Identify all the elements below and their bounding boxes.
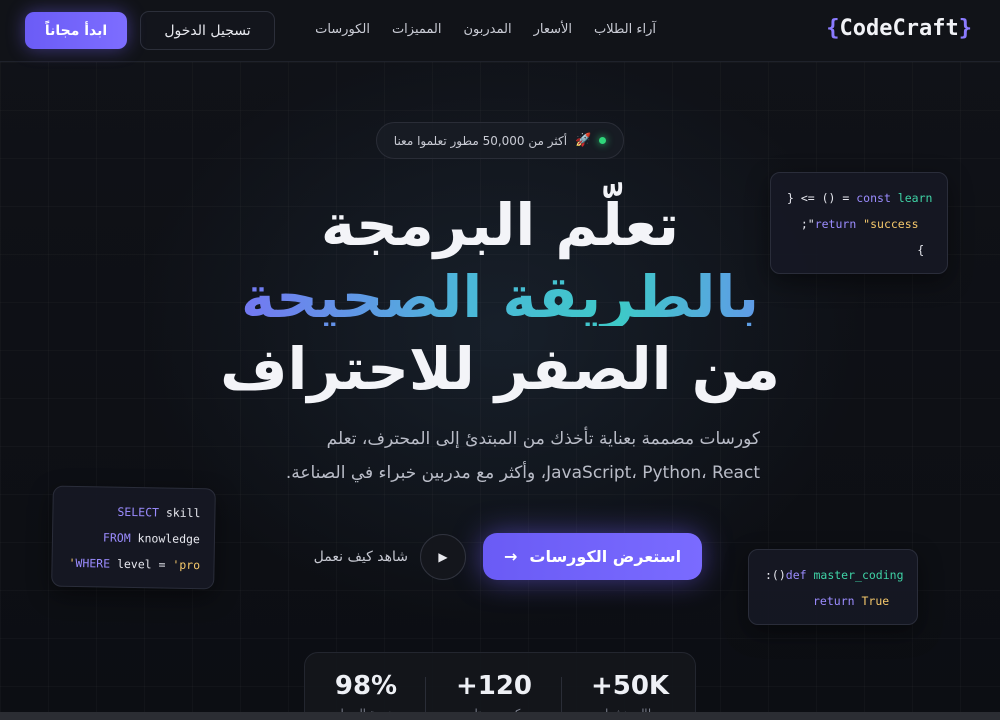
hero-subtitle: كورسات مصممة بعناية تأخذك من المبتدئ إلى… [240,422,760,490]
code-card-js: } <= () = const learn ;"return "success … [770,172,948,274]
hero-subtitle-line2: JavaScript، Python، React، وأكثر مع مدرب… [285,463,760,483]
arrow-right-icon: → [503,547,518,566]
nav-link-testimonials[interactable]: آراء الطلاب [594,22,656,37]
badge-text: أكثر من 50,000 مطور تعلموا معنا [393,133,568,148]
rocket-icon: 🚀 [575,133,592,148]
hero-subtitle-line1: كورسات مصممة بعناية تأخذك من المبتدئ إلى… [326,429,760,449]
nav-links: الكورسات المميزات المدربون الأسعار آراء … [315,22,656,37]
logo-brace-open: { [826,16,840,41]
stat-number: +50K [590,671,670,701]
nav-link-features[interactable]: المميزات [392,22,442,37]
landing-page: {CodeCraft} الكورسات المميزات المدربون ا… [0,0,1000,720]
window-bottom-bar [0,712,1000,720]
start-free-button[interactable]: ابدأ مجاناً [25,12,127,49]
students-badge: 🚀 أكثر من 50,000 مطور تعلموا معنا [376,122,624,159]
nav-link-courses[interactable]: الكورسات [315,22,370,37]
code-line: } <= () = const learn [787,191,933,205]
nav-link-instructors[interactable]: المدربون [464,22,512,37]
code-line: return True [813,594,890,608]
play-icon[interactable]: ▶ [420,533,466,580]
watch-how-we-work[interactable]: ▶ شاهد كيف نعمل [296,533,466,580]
logo-brace-close: } [958,16,972,41]
hero-title-line2: بالطريقة الصحيحة [200,268,800,326]
code-line: 'WHERE level = 'pro [68,555,201,573]
code-card-python: :()def master_coding return True [748,549,918,625]
code-line: { [855,243,925,257]
code-line: SELECT skill [117,504,201,521]
stat-number: +120 [455,671,533,701]
code-line: :()def master_coding [765,568,904,582]
logo[interactable]: {CodeCraft} [826,16,972,41]
stats-panel: +50K طالب نشط +120 كورس متاح 98% نسبة ال… [304,652,696,720]
logo-text: CodeCraft [839,16,959,41]
stat-number: 98% [334,671,398,701]
watch-label: شاهد كيف نعمل [313,548,408,565]
top-navbar: {CodeCraft} الكورسات المميزات المدربون ا… [0,0,1000,62]
code-card-sql: SELECT skill FROM knowledge 'WHERE level… [51,485,216,590]
browse-courses-label: استعرض الكورسات [529,547,682,566]
browse-courses-button[interactable]: استعرض الكورسات → [483,533,702,580]
nav-link-pricing[interactable]: الأسعار [534,22,572,37]
code-line: FROM knowledge [102,530,201,547]
code-line: ;"return "success [787,217,919,231]
hero-title-line1: تعلّم البرمجة [320,191,680,259]
hero-title-line3: من الصفر للاحتراف [220,335,780,403]
login-button[interactable]: تسجيل الدخول [140,11,275,50]
status-dot-icon [599,137,607,144]
